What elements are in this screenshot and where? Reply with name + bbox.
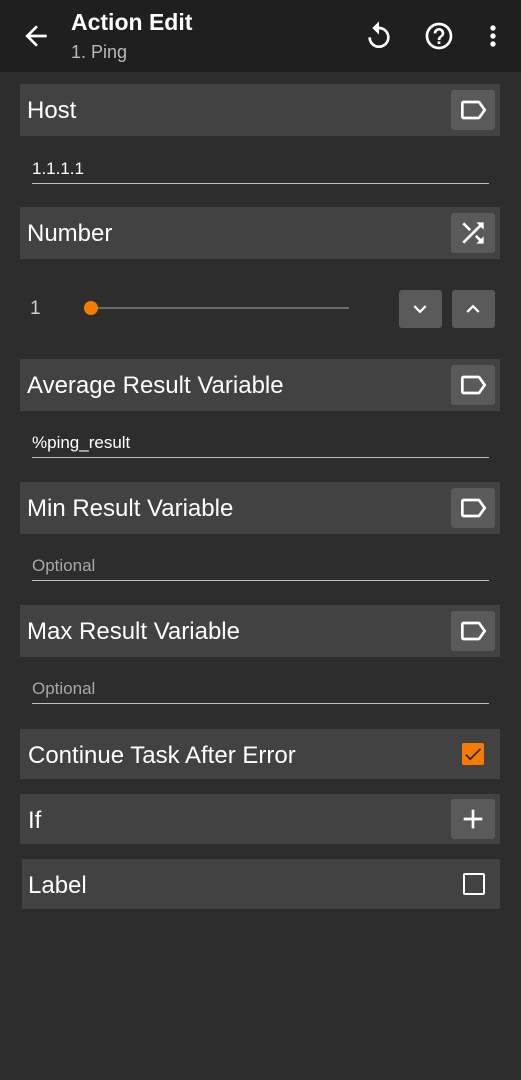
number-random-button[interactable] [451,213,495,253]
plus-icon [463,809,483,829]
average-result-section: Average Result Variable [20,359,500,411]
number-label: Number [27,220,113,247]
chevron-down-icon [413,305,427,314]
page-subtitle: 1. Ping [71,42,128,62]
max-result-section: Max Result Variable [20,605,500,657]
label-tag-icon [461,375,487,395]
shuffle-icon [462,222,484,244]
check-icon [465,748,482,761]
max-result-input[interactable]: Optional [32,679,489,704]
max-result-variable-button[interactable] [451,611,495,651]
average-result-label: Average Result Variable [27,372,284,399]
app-bar: Action Edit 1. Ping [0,0,521,72]
label-tag-icon [461,621,487,641]
average-result-input[interactable]: %ping_result [32,433,489,458]
min-result-label: Min Result Variable [27,495,234,522]
if-section: If [20,794,500,844]
max-result-label: Max Result Variable [27,618,240,645]
label-row[interactable]: Label [22,859,500,909]
min-result-section: Min Result Variable [20,482,500,534]
min-result-variable-button[interactable] [451,488,495,528]
number-section: Number [20,207,500,259]
host-variable-button[interactable] [451,90,495,130]
label-label: Label [28,872,87,899]
average-result-variable-button[interactable] [451,365,495,405]
continue-after-error-checkbox[interactable] [462,743,484,765]
label-tag-icon [461,498,487,518]
host-input[interactable]: 1.1.1.1 [32,159,489,184]
host-section: Host [20,84,500,136]
number-increment-button[interactable] [452,290,495,328]
number-decrement-button[interactable] [399,290,442,328]
if-label: If [28,807,42,834]
back-arrow-icon[interactable] [20,20,52,52]
number-slider-track[interactable] [91,307,349,309]
continue-after-error-label: Continue Task After Error [28,742,296,769]
number-value: 1 [30,298,41,319]
page-title: Action Edit [71,9,193,35]
help-icon[interactable] [423,20,455,52]
label-checkbox[interactable] [463,873,485,895]
continue-after-error-row[interactable]: Continue Task After Error [20,729,500,779]
label-tag-icon [461,100,487,120]
min-result-input[interactable]: Optional [32,556,489,581]
number-slider-thumb[interactable] [84,301,98,315]
host-label: Host [27,97,77,124]
chevron-up-icon [466,304,480,313]
add-if-condition-button[interactable] [451,799,495,839]
reset-icon[interactable] [363,20,395,52]
more-vert-icon[interactable] [477,20,509,52]
